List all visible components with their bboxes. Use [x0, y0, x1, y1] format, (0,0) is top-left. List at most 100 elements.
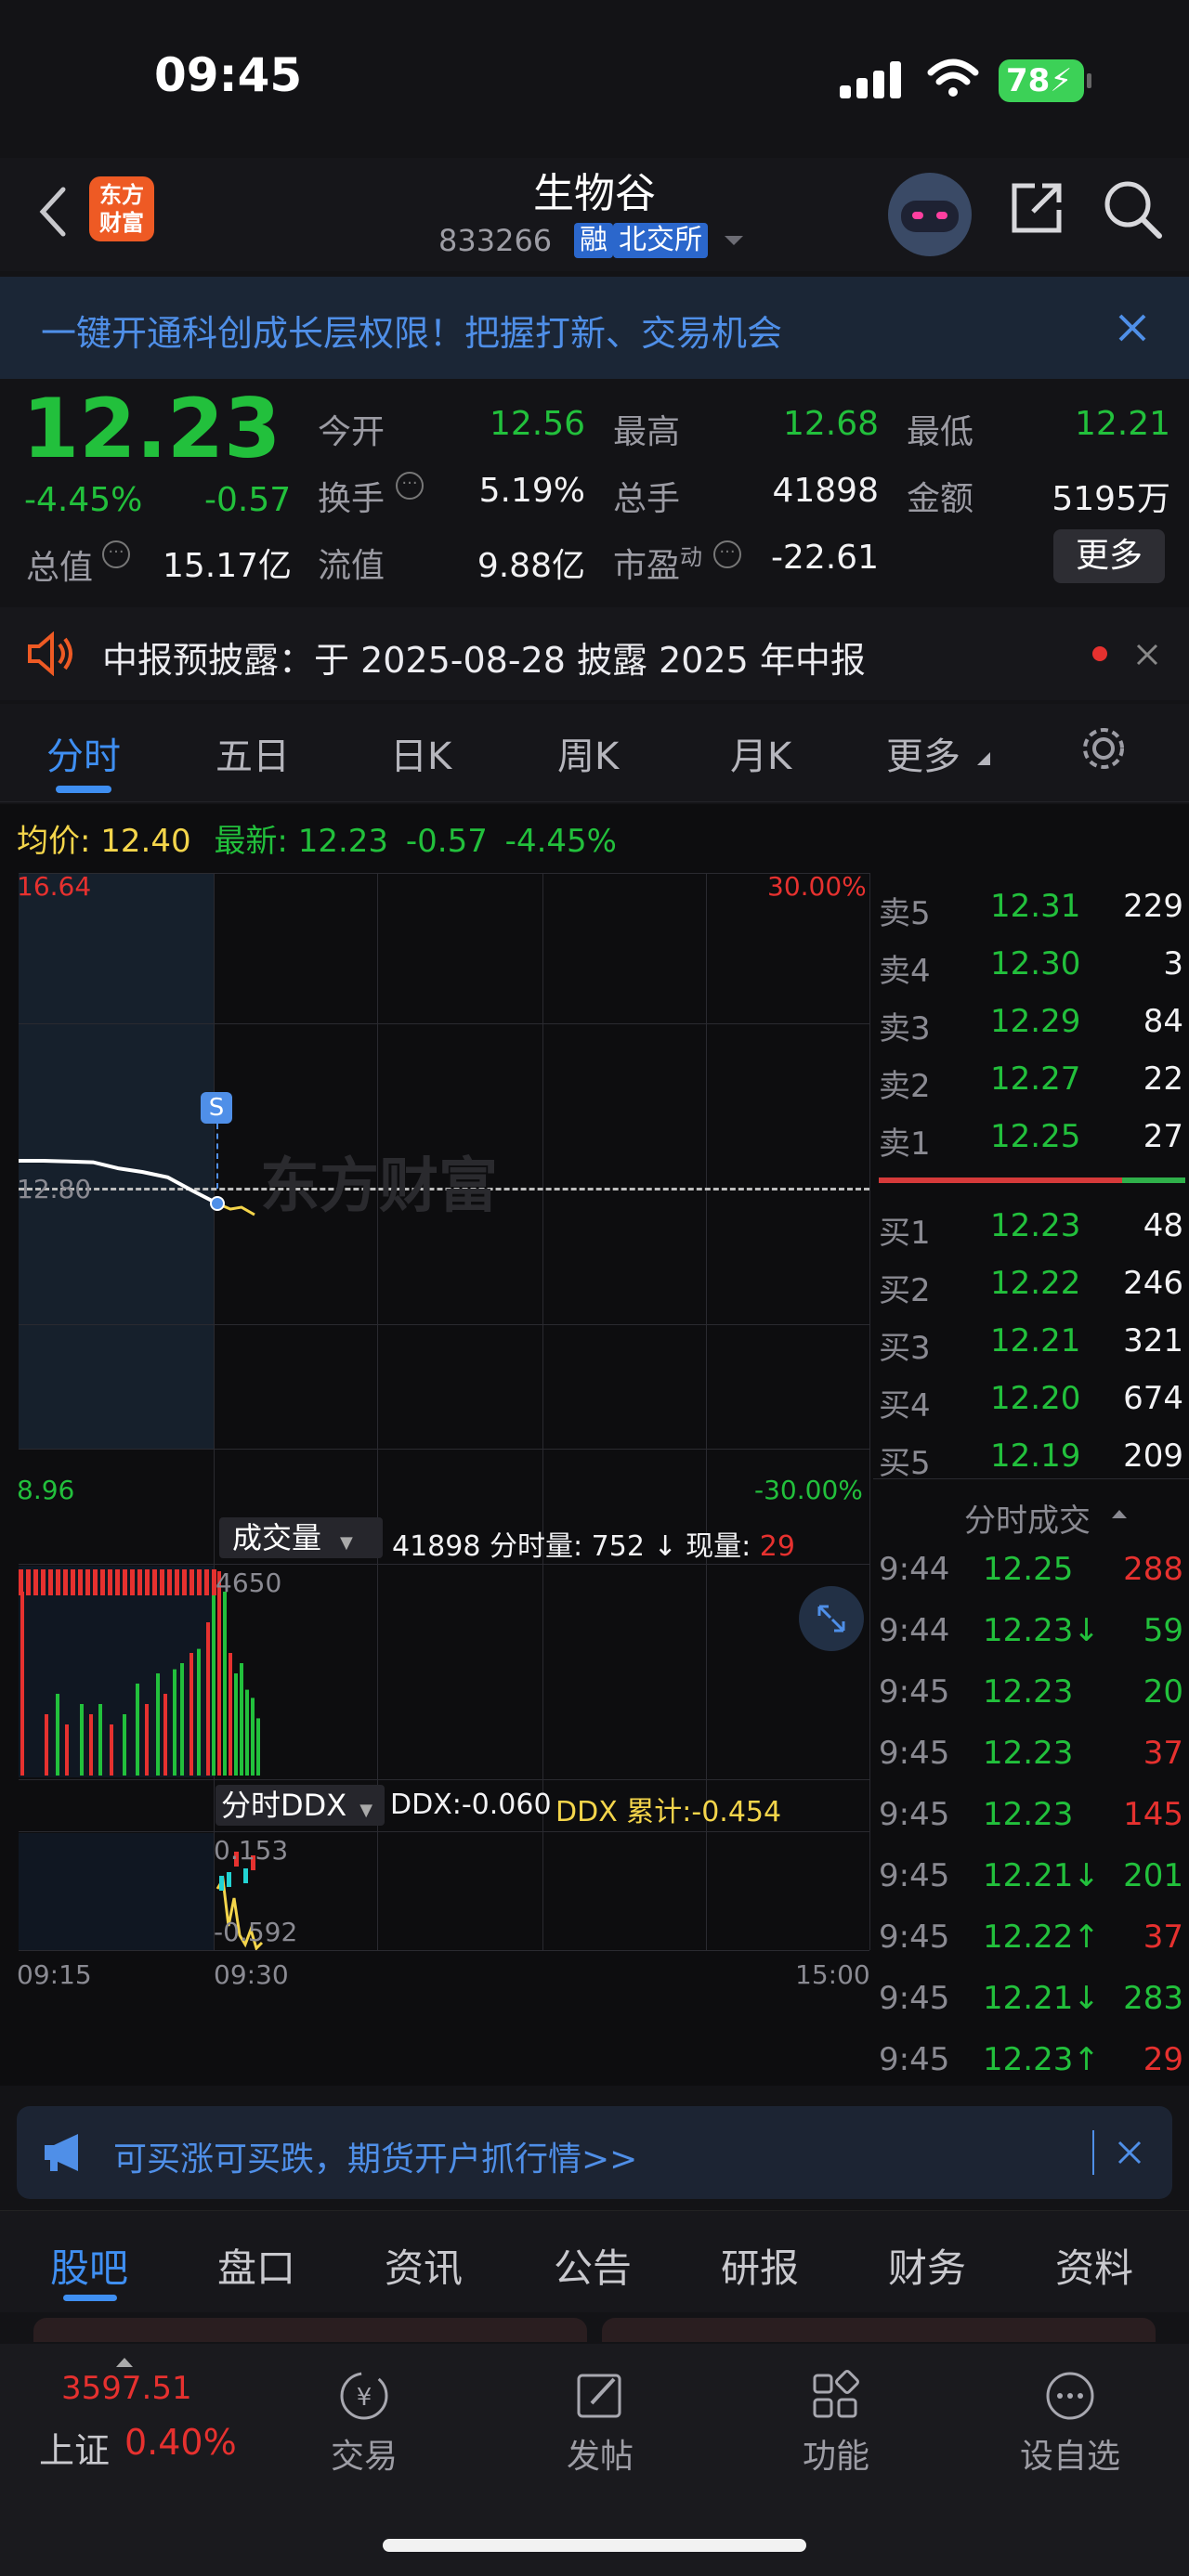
ask-row: 卖5 12.31 229: [879, 888, 1183, 932]
volume-bar: [189, 1569, 194, 1595]
volume-bar: [189, 1653, 193, 1776]
nav-functions[interactable]: 功能: [762, 2368, 910, 2478]
tab-more[interactable]: 更多: [886, 726, 960, 780]
volume-bar: [65, 1724, 69, 1776]
tab-research[interactable]: 研报: [721, 2237, 799, 2294]
volume-bars: [19, 1569, 260, 1776]
tab-profile[interactable]: 资料: [1055, 2237, 1133, 2294]
volume-bar: [156, 1673, 160, 1776]
index-value[interactable]: 3597.51: [61, 2370, 192, 2407]
nav-add-watchlist[interactable]: 设自选: [996, 2368, 1144, 2478]
ask-row: 卖4 12.30 3: [879, 945, 1183, 990]
volume-bar: [234, 1673, 238, 1776]
search-icon[interactable]: [1100, 176, 1165, 241]
ad-text: 可买涨可买跌，期货开户抓行情>>: [113, 2140, 638, 2179]
tab-weekly-k[interactable]: 周K: [557, 726, 619, 780]
volume-selector-label: 成交量: [232, 1520, 322, 1555]
nav-post-label: 发帖: [566, 2438, 634, 2476]
pe-label: 市盈动: [613, 539, 702, 587]
tab-monthly-k[interactable]: 月K: [730, 726, 791, 780]
order-ratio-bar-buy: [1122, 1177, 1185, 1183]
exchange-badge: 北交所: [613, 223, 708, 258]
tab-five-day[interactable]: 五日: [216, 726, 290, 780]
high-value: 12.68: [782, 405, 879, 443]
ddx-value: DDX:-0.060: [390, 1789, 552, 1821]
tab-announcements[interactable]: 公告: [554, 2237, 632, 2294]
volume-bar: [251, 1698, 255, 1776]
close-icon[interactable]: [1117, 312, 1148, 344]
futures-ad[interactable]: 可买涨可买跌，期货开户抓行情>>: [17, 2106, 1172, 2199]
volume-bar: [136, 1684, 139, 1776]
tab-daily-k[interactable]: 日K: [390, 726, 451, 780]
quote-panel: 12.23 -4.45% -0.57 总值 ··· 15.17亿 今开 12.5…: [0, 381, 1189, 604]
volume-bar: [145, 1704, 149, 1776]
volume-bar: [71, 1569, 75, 1595]
nav-trade[interactable]: ¥ 交易: [290, 2368, 438, 2478]
volume-bar: [163, 1694, 167, 1776]
info-icon[interactable]: ···: [396, 472, 424, 500]
nav-post[interactable]: 发帖: [526, 2368, 674, 2478]
change-percent: -4.45%: [24, 481, 143, 519]
vol-min: 752: [591, 1530, 645, 1563]
latest-price-dot: [210, 1196, 225, 1212]
tab-finance[interactable]: 财务: [888, 2237, 966, 2294]
volume-bar: [130, 1569, 135, 1595]
bid-row: 买2 12.22 246: [879, 1265, 1183, 1309]
close-icon[interactable]: [1117, 2140, 1143, 2166]
volume-selector[interactable]: 成交量 ▼: [219, 1517, 383, 1558]
tick-row: 9:44 12.23↓ 59: [879, 1612, 1183, 1649]
intraday-chart-area: 均价: 12.40 最新: 12.23 -0.57 -4.45% 东方财富 16…: [0, 804, 1189, 2086]
chevron-down-icon: [977, 752, 990, 765]
battery-level: 78: [1006, 62, 1051, 99]
settings-gear-icon[interactable]: [1079, 724, 1128, 773]
bid-row: 买4 12.20 674: [879, 1380, 1183, 1425]
bid-row: 买3 12.21 321: [879, 1322, 1183, 1367]
ddx-selector[interactable]: 分时DDX ▼: [216, 1785, 385, 1826]
active-tab-indicator: [56, 786, 111, 793]
promo-banner[interactable]: 一键开通科创成长层权限！把握打新、交易机会: [0, 277, 1189, 379]
volume-bar: [173, 1669, 176, 1776]
close-icon[interactable]: [1135, 643, 1159, 667]
dropdown-icon[interactable]: [723, 234, 745, 249]
margin-badge: 融: [574, 223, 613, 258]
volume-bar: [33, 1569, 38, 1595]
volume-bar: [137, 1569, 142, 1595]
ddx-selector-label: 分时DDX: [221, 1788, 347, 1823]
tick-row: 9:45 12.23↑ 29: [879, 2041, 1183, 2078]
tab-forum[interactable]: 股吧: [50, 2237, 128, 2294]
info-icon[interactable]: ···: [102, 540, 130, 568]
share-icon[interactable]: [1007, 178, 1066, 238]
chevron-up-icon[interactable]: [115, 2357, 134, 2368]
more-button[interactable]: 更多: [1053, 529, 1165, 583]
ticks-title[interactable]: 分时成交: [964, 1495, 1091, 1541]
volume-bar: [217, 1571, 221, 1776]
svg-text:¥: ¥: [357, 2384, 372, 2412]
card-peek: [602, 2318, 1156, 2342]
tab-news[interactable]: 资讯: [385, 2237, 463, 2294]
tab-intraday[interactable]: 分时: [46, 726, 121, 780]
tick-row: 9:45 12.21↓ 201: [879, 1857, 1183, 1894]
price-line: [19, 1159, 218, 1205]
high-label: 最高: [613, 413, 681, 451]
volume-bar: [160, 1569, 164, 1595]
pe-label-sup: 动: [680, 544, 703, 570]
volume-bar: [26, 1569, 31, 1595]
robot-avatar-icon[interactable]: [888, 173, 972, 256]
chevron-up-icon[interactable]: [1111, 1508, 1128, 1519]
volume-bar: [212, 1581, 216, 1776]
volume-bar: [98, 1704, 102, 1776]
expand-icon[interactable]: [799, 1586, 864, 1651]
notice-bar[interactable]: 中报预披露：于 2025-08-28 披露 2025 年中报: [0, 607, 1189, 700]
home-indicator: [383, 2539, 806, 2552]
volume-bar: [100, 1569, 105, 1595]
status-bar: 09:45 78⚡: [0, 0, 1189, 158]
volume-bar: [197, 1648, 201, 1776]
vol-max-label: 4650: [216, 1568, 282, 1598]
index-name[interactable]: 上证: [39, 2422, 110, 2473]
more-dots-icon: [1046, 2372, 1094, 2420]
banner-text: 一键开通科创成长层权限！把握打新、交易机会: [41, 313, 783, 354]
index-percent[interactable]: 0.40%: [124, 2422, 237, 2463]
bid-row: 买1 12.23 48: [879, 1207, 1183, 1252]
tab-market-depth[interactable]: 盘口: [217, 2237, 295, 2294]
tick-row: 9:45 12.23 145: [879, 1796, 1183, 1833]
